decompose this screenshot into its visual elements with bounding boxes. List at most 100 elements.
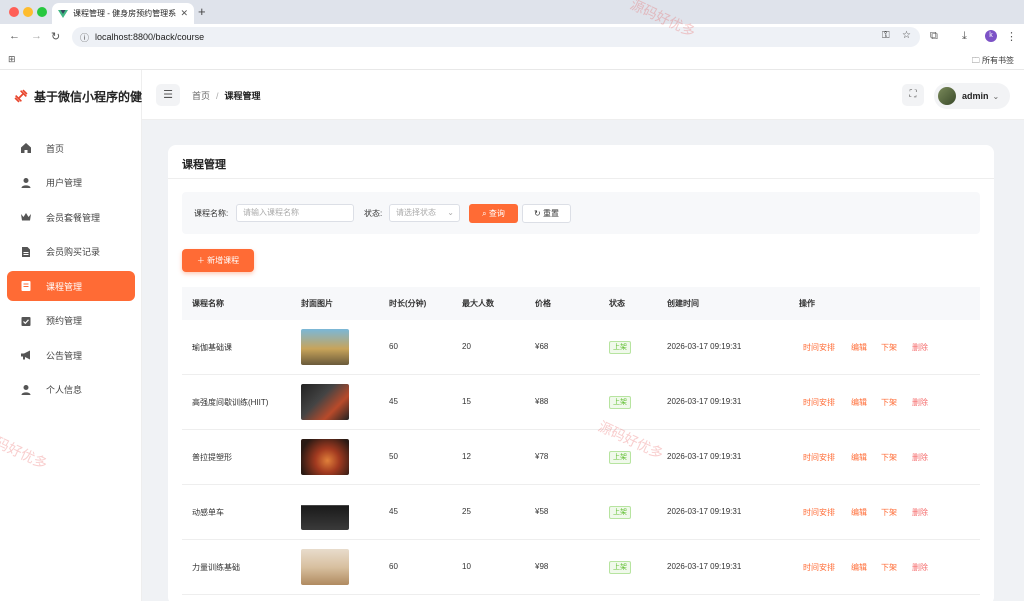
status-badge: 上架	[609, 341, 631, 354]
search-form: 课程名称: 请输入课程名称 状态: 请选择状态 ⌄ ⌕ 查询 ↻ 重置	[182, 192, 980, 234]
apps-grid-icon[interactable]: ⊞	[8, 54, 16, 65]
course-cover-image	[301, 384, 349, 420]
edit-link[interactable]: 编辑	[851, 507, 867, 518]
schedule-link[interactable]: 时间安排	[803, 452, 835, 463]
sidebar-item-home[interactable]: 首页	[7, 133, 135, 163]
delete-link[interactable]: 删除	[912, 562, 928, 573]
reset-button[interactable]: ↻ 重置	[522, 204, 571, 223]
column-header: 状态	[609, 299, 625, 308]
fullscreen-button[interactable]: ⛶	[902, 84, 924, 106]
course-table: 课程名称 封面图片 时长(分钟) 最大人数 价格 状态 创建时间 操作 瑜伽基础…	[182, 287, 980, 595]
all-bookmarks-label: 所有书签	[982, 56, 1014, 65]
delete-link[interactable]: 删除	[912, 507, 928, 518]
duration-cell: 60	[389, 342, 398, 351]
vue-icon	[58, 9, 68, 18]
url-field[interactable]: ⓘ localhost:8800/back/course ⚿ ☆	[72, 27, 920, 47]
table-row: 高强度间歇训练(HIIT) 45 15 ¥88 上架 2026-03-17 09:19:3…	[182, 375, 980, 430]
duration-cell: 45	[389, 507, 398, 516]
add-course-button[interactable]: ＋ 新增课程	[182, 249, 254, 272]
close-tab-icon[interactable]: ✕	[180, 8, 188, 19]
status-badge: 上架	[609, 396, 631, 409]
sidebar-item-label: 预约管理	[46, 316, 83, 326]
sidebar-item-membership-plans[interactable]: 会员套餐管理	[7, 202, 135, 232]
logo: 基于微信小程序的健	[14, 84, 142, 108]
crown-icon	[21, 213, 31, 221]
sidebar-item-users[interactable]: 用户管理	[7, 168, 135, 198]
forward-icon[interactable]: →	[31, 30, 42, 42]
duration-cell: 50	[389, 452, 398, 461]
close-window-icon[interactable]	[9, 7, 19, 17]
sidebar-item-label: 首页	[46, 143, 65, 154]
sidebar-item-label: 会员购买记录	[46, 247, 101, 257]
unpublish-link[interactable]: 下架	[881, 507, 897, 518]
megaphone-icon	[21, 350, 30, 360]
status-select[interactable]: 请选择状态 ⌄	[389, 204, 460, 222]
price-cell: ¥58	[535, 507, 549, 516]
profile-avatar[interactable]: k	[985, 30, 997, 42]
sidebar-menu: 首页 用户管理 会员套餐管理 会员购买记录 课程管理 预约管理 公告管理 个人信…	[7, 133, 135, 409]
course-name-label: 课程名称:	[194, 209, 229, 218]
course-name-input[interactable]: 请输入课程名称	[236, 204, 354, 222]
bookmark-star-icon[interactable]: ☆	[902, 30, 911, 41]
folder-icon: 🗀	[971, 56, 982, 65]
password-key-icon[interactable]: ⚿	[882, 30, 890, 41]
schedule-link[interactable]: 时间安排	[803, 507, 835, 518]
sidebar-item-profile[interactable]: 个人信息	[7, 375, 135, 405]
status-badge: 上架	[609, 561, 631, 574]
avatar	[938, 87, 956, 105]
back-icon[interactable]: ←	[9, 30, 20, 42]
price-cell: ¥78	[535, 452, 549, 461]
unpublish-link[interactable]: 下架	[881, 397, 897, 408]
course-cover-image	[301, 439, 349, 475]
maximize-window-icon[interactable]	[37, 7, 47, 17]
unpublish-link[interactable]: 下架	[881, 342, 897, 353]
schedule-link[interactable]: 时间安排	[803, 342, 835, 353]
browser-menu-icon[interactable]: ⋮	[1006, 30, 1017, 43]
delete-link[interactable]: 删除	[912, 452, 928, 463]
created-time-cell: 2026-03-17 09:19:31	[667, 452, 742, 461]
course-name-cell: 普拉提塑形	[192, 453, 232, 462]
new-tab-icon[interactable]: +	[198, 4, 206, 19]
edit-link[interactable]: 编辑	[851, 452, 867, 463]
schedule-link[interactable]: 时间安排	[803, 562, 835, 573]
created-time-cell: 2026-03-17 09:19:31	[667, 342, 742, 351]
unpublish-link[interactable]: 下架	[881, 562, 897, 573]
sidebar-item-label: 课程管理	[46, 281, 83, 292]
collapse-sidebar-button[interactable]: ☰	[156, 84, 180, 106]
edit-link[interactable]: 编辑	[851, 397, 867, 408]
status-select-placeholder: 请选择状态	[396, 208, 436, 217]
table-body: 瑜伽基础课 60 20 ¥68 上架 2026-03-17 09:19:31 时间安排 编辑下…	[182, 320, 980, 595]
search-icon: ⌕	[482, 209, 489, 218]
unpublish-link[interactable]: 下架	[881, 452, 897, 463]
chevron-down-icon: ⌄	[992, 91, 1000, 101]
extensions-icon[interactable]: ⧉	[930, 30, 938, 43]
delete-link[interactable]: 删除	[912, 397, 928, 408]
created-time-cell: 2026-03-17 09:19:31	[667, 507, 742, 516]
breadcrumb-home[interactable]: 首页	[192, 91, 210, 101]
fullscreen-icon: ⛶	[909, 89, 917, 100]
sidebar-item-purchase-records[interactable]: 会员购买记录	[7, 237, 135, 267]
download-icon[interactable]: ⤓	[962, 30, 967, 43]
schedule-link[interactable]: 时间安排	[803, 397, 835, 408]
edit-link[interactable]: 编辑	[851, 562, 867, 573]
created-time-cell: 2026-03-17 09:19:31	[667, 562, 742, 571]
document-icon	[22, 246, 30, 257]
browser-tab[interactable]: 课程管理 - 健身房预约管理系统 ✕	[52, 3, 194, 24]
edit-link[interactable]: 编辑	[851, 342, 867, 353]
user-dropdown[interactable]: admin ⌄	[934, 83, 1010, 109]
all-bookmarks-link[interactable]: 🗀 所有书签	[972, 55, 1014, 69]
sidebar-item-announcements[interactable]: 公告管理	[7, 340, 135, 370]
column-header: 封面图片	[301, 299, 333, 308]
person-icon	[21, 384, 31, 395]
bookmarks-bar: ⊞ 🗀 所有书签	[0, 50, 1024, 70]
reload-icon[interactable]: ↻	[51, 30, 60, 43]
max-people-cell: 12	[462, 452, 471, 461]
sidebar-item-bookings[interactable]: 预约管理	[7, 306, 135, 336]
column-header: 时长(分钟)	[389, 299, 427, 308]
site-info-icon[interactable]: ⓘ	[80, 31, 89, 44]
delete-link[interactable]: 删除	[912, 342, 928, 353]
username: admin	[962, 91, 989, 101]
minimize-window-icon[interactable]	[23, 7, 33, 17]
sidebar-item-courses[interactable]: 课程管理	[7, 271, 135, 301]
query-button[interactable]: ⌕ 查询	[469, 204, 518, 223]
